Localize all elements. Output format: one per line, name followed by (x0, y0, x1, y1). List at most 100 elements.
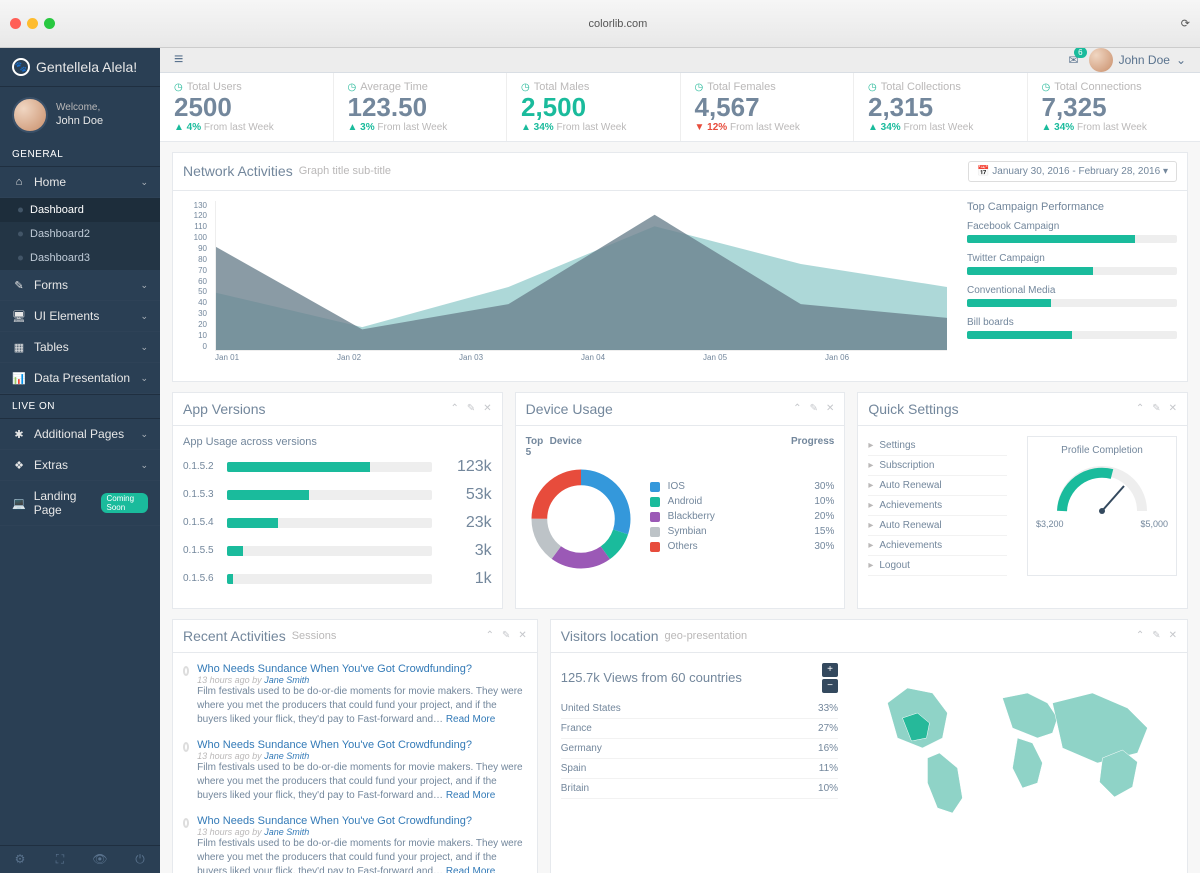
collapse-icon[interactable]: ⌃ (1136, 630, 1144, 641)
visitor-country: Spain (561, 763, 819, 774)
footer-logout-icon[interactable]: ⏻ (120, 846, 160, 873)
activity-title[interactable]: Who Needs Sundance When You've Got Crowd… (197, 663, 527, 675)
activity-text: Film festivals used to be do-or-die mome… (197, 685, 527, 727)
date-range-picker[interactable]: 📅 January 30, 2016 - February 28, 2016 ▾ (968, 161, 1177, 182)
sidebar-item-home[interactable]: ⌂ Home ⌄ (0, 167, 160, 198)
settings-item[interactable]: ▸Settings (868, 436, 1007, 456)
settings-item[interactable]: ▸Logout (868, 556, 1007, 576)
collapse-icon[interactable]: ⌃ (1136, 403, 1144, 414)
kpi-delta: ▼ 12% (695, 122, 728, 133)
timeline-dot-icon (183, 818, 189, 828)
sidebar-item-label: Additional Pages (34, 427, 124, 441)
footer-settings-icon[interactable]: ⚙ (0, 846, 40, 873)
read-more-link[interactable]: Read More (446, 714, 495, 725)
close-icon[interactable]: ✕ (1169, 403, 1177, 414)
collapse-icon[interactable]: ⌃ (451, 403, 459, 414)
activity-meta: 13 hours ago by Jane Smith (197, 827, 527, 837)
legend-value: 10% (814, 496, 834, 507)
close-icon[interactable]: ✕ (826, 403, 834, 414)
close-icon[interactable]: ✕ (483, 403, 491, 414)
wrench-icon[interactable]: ✎ (810, 403, 818, 414)
visitors-summary: 125.7k Views from 60 countries (561, 670, 742, 685)
kpi-delta: ▲ 4% (174, 122, 201, 133)
visitor-percent: 33% (818, 703, 838, 714)
address-bar[interactable]: colorlib.com (61, 18, 1175, 30)
legend-name: Symbian (668, 526, 815, 537)
close-icon[interactable]: ✕ (518, 630, 526, 641)
mail-count: 6 (1074, 48, 1086, 58)
sidebar-subitem-dashboard[interactable]: Dashboard (0, 198, 160, 222)
footer-lock-icon[interactable]: 👁 (80, 846, 120, 873)
kpi-icon: ◷ (868, 82, 877, 93)
world-map[interactable] (858, 663, 1177, 826)
campaign-row: Twitter Campaign (967, 253, 1177, 275)
activity-author[interactable]: Jane Smith (264, 827, 309, 837)
visitor-country: Britain (561, 783, 818, 794)
menu-toggle-icon[interactable]: ≡ (174, 51, 183, 69)
kpi-delta: ▲ 34% (868, 122, 901, 133)
legend-value: 20% (814, 511, 834, 522)
user-dropdown[interactable]: John Doe ⌄ (1089, 48, 1186, 72)
collapse-icon[interactable]: ⌃ (793, 403, 801, 414)
wrench-icon[interactable]: ✎ (1152, 630, 1160, 641)
panel-title: Recent Activities (183, 628, 286, 644)
sidebar-subitem-dashboard3[interactable]: Dashboard3 (0, 246, 160, 270)
brand-icon: 🐾 (12, 58, 30, 76)
chevron-down-icon: ⌄ (1176, 53, 1186, 67)
settings-item[interactable]: ▸Achievements (868, 536, 1007, 556)
bug-icon: ✱ (12, 428, 26, 441)
collapse-icon[interactable]: ⌃ (486, 630, 494, 641)
top-campaign: Top Campaign Performance Facebook Campai… (967, 201, 1177, 371)
wrench-icon[interactable]: ✎ (502, 630, 510, 641)
legend-name: Blackberry (668, 511, 815, 522)
window-min-icon[interactable] (27, 18, 38, 29)
sidebar-item-forms[interactable]: ✎Forms⌄ (0, 270, 160, 301)
legend-value: 15% (814, 526, 834, 537)
sidebar-item-label: Home (34, 175, 66, 189)
windows-icon: ❖ (12, 459, 26, 472)
sidebar-item-data[interactable]: 📊Data Presentation⌄ (0, 363, 160, 394)
panel-visitors-location: Visitors location geo-presentation ⌃✎✕ 1… (550, 619, 1188, 873)
window-close-icon[interactable] (10, 18, 21, 29)
activity-author[interactable]: Jane Smith (264, 751, 309, 761)
sidebar-item-extras[interactable]: ❖Extras⌄ (0, 450, 160, 481)
settings-item[interactable]: ▸Achievements (868, 496, 1007, 516)
visitor-country: France (561, 723, 818, 734)
sidebar-item-tables[interactable]: ▦Tables⌄ (0, 332, 160, 363)
topbar: ≡ ✉6 John Doe ⌄ (160, 48, 1200, 73)
version-name: 0.1.5.4 (183, 517, 227, 528)
settings-item[interactable]: ▸Subscription (868, 456, 1007, 476)
activity-author[interactable]: Jane Smith (264, 675, 309, 685)
reload-icon[interactable]: ⟳ (1181, 17, 1190, 30)
kpi-row: ◷Total Users 2500 ▲ 4% From last Week ◷A… (160, 73, 1200, 142)
activity-title[interactable]: Who Needs Sundance When You've Got Crowd… (197, 815, 527, 827)
legend-value: 30% (814, 541, 834, 552)
wrench-icon[interactable]: ✎ (467, 403, 475, 414)
settings-item[interactable]: ▸Auto Renewal (868, 516, 1007, 536)
sidebar-subitem-dashboard2[interactable]: Dashboard2 (0, 222, 160, 246)
zoom-in-icon[interactable]: + (822, 663, 838, 677)
read-more-link[interactable]: Read More (446, 790, 495, 801)
wrench-icon[interactable]: ✎ (1152, 403, 1160, 414)
chevron-down-icon: ⌄ (140, 342, 148, 353)
sidebar-item-additional[interactable]: ✱Additional Pages⌄ (0, 419, 160, 450)
panel-subtitle: Sessions (292, 630, 337, 642)
sidebar-item-landing[interactable]: 💻Landing PageComing Soon (0, 481, 160, 526)
activity-title[interactable]: Who Needs Sundance When You've Got Crowd… (197, 739, 527, 751)
window-max-icon[interactable] (44, 18, 55, 29)
settings-item[interactable]: ▸Auto Renewal (868, 476, 1007, 496)
brand[interactable]: 🐾 Gentellela Alela! (0, 48, 160, 87)
close-icon[interactable]: ✕ (1169, 630, 1177, 641)
kpi-tile: ◷Total Males 2,500 ▲ 34% From last Week (507, 73, 681, 141)
version-name: 0.1.5.5 (183, 545, 227, 556)
chevron-down-icon: ⌄ (140, 177, 148, 188)
sidebar-item-ui[interactable]: 🖥UI Elements⌄ (0, 301, 160, 332)
mail-icon[interactable]: ✉6 (1069, 53, 1079, 67)
sidebar-item-label: UI Elements (34, 309, 99, 323)
footer-fullscreen-icon[interactable]: ⛶ (40, 846, 80, 873)
activity-meta: 13 hours ago by Jane Smith (197, 675, 527, 685)
read-more-link[interactable]: Read More (446, 866, 495, 873)
zoom-out-icon[interactable]: − (822, 679, 838, 693)
campaign-name: Bill boards (967, 317, 1014, 328)
campaign-row: Conventional Media (967, 285, 1177, 307)
